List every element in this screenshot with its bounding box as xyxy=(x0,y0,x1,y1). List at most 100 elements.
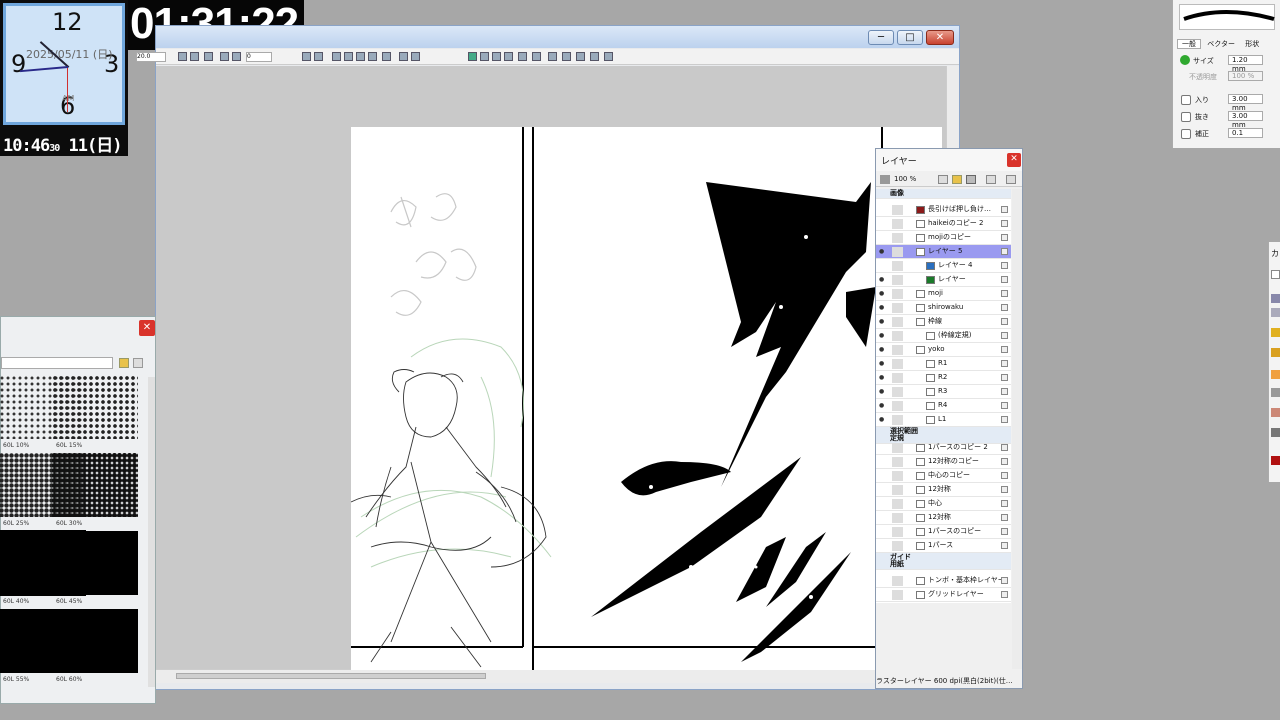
out-checkbox[interactable] xyxy=(1181,112,1191,122)
layer-property-icon[interactable] xyxy=(1001,528,1008,535)
window-titlebar[interactable]: ─ □ ✕ xyxy=(156,26,959,48)
layer-property-icon[interactable] xyxy=(1001,416,1008,423)
rotate-field[interactable]: 0 xyxy=(246,52,272,62)
eye-icon[interactable]: ● xyxy=(879,290,887,297)
layer-property-icon[interactable] xyxy=(1001,500,1008,507)
correction-field[interactable]: 0.1 xyxy=(1228,128,1263,138)
snap-icon[interactable] xyxy=(332,52,341,61)
layer-row[interactable]: ● R1 xyxy=(876,357,1011,371)
guide-icon[interactable] xyxy=(356,52,365,61)
eye-icon[interactable]: ● xyxy=(879,346,887,353)
lock-icon[interactable] xyxy=(892,345,903,355)
settings-icon[interactable] xyxy=(604,52,613,61)
layer-row[interactable]: 1パース xyxy=(876,539,1011,553)
pen-snap-icon[interactable] xyxy=(468,52,477,61)
minimize-button[interactable]: ─ xyxy=(868,30,894,45)
layer-property-icon[interactable] xyxy=(1001,248,1008,255)
eye-icon[interactable]: ● xyxy=(879,332,887,339)
scroll-thumb[interactable] xyxy=(176,673,486,679)
layer-property-icon[interactable] xyxy=(1001,577,1008,584)
curve-ruler-icon[interactable] xyxy=(532,52,541,61)
lock-icon[interactable] xyxy=(892,527,903,537)
eye-icon[interactable] xyxy=(879,444,887,451)
lock-icon[interactable] xyxy=(892,471,903,481)
layer-property-icon[interactable] xyxy=(1001,444,1008,451)
layer-row[interactable]: ● moji xyxy=(876,287,1011,301)
layer-row[interactable]: 1パースのコピー 2 xyxy=(876,441,1011,455)
layer-lock-icon[interactable] xyxy=(986,175,996,184)
lock-icon[interactable] xyxy=(892,331,903,341)
eye-icon[interactable] xyxy=(879,542,887,549)
ruler-icon[interactable] xyxy=(344,52,353,61)
new-layer-icon[interactable] xyxy=(938,175,948,184)
eye-icon[interactable] xyxy=(879,514,887,521)
layer-property-icon[interactable] xyxy=(1001,542,1008,549)
fit-icon[interactable] xyxy=(178,52,187,61)
delete-layer-icon[interactable] xyxy=(966,175,976,184)
new-folder-icon[interactable] xyxy=(952,175,962,184)
layer-row[interactable]: グリッドレイヤー xyxy=(876,588,1011,602)
layer-row[interactable]: ● レイヤー 5 xyxy=(876,245,1011,259)
eye-icon[interactable]: ● xyxy=(879,388,887,395)
tone-panel-close-button[interactable]: ✕ xyxy=(139,320,155,336)
layer-property-icon[interactable] xyxy=(1001,388,1008,395)
lock-icon[interactable] xyxy=(892,513,903,523)
layer-row[interactable]: ● yoko xyxy=(876,343,1011,357)
tab-vector[interactable]: ベクター xyxy=(1203,40,1239,48)
rotate-left-icon[interactable] xyxy=(220,52,229,61)
layer-menu-icon[interactable] xyxy=(1006,175,1016,184)
eye-icon[interactable]: ● xyxy=(879,360,887,367)
eye-icon[interactable]: ● xyxy=(879,416,887,423)
lock-icon[interactable] xyxy=(892,590,903,600)
eye-icon[interactable]: ● xyxy=(879,276,887,283)
tone-swatch[interactable] xyxy=(52,531,138,595)
layer-property-icon[interactable] xyxy=(1001,486,1008,493)
grid-setting-icon[interactable] xyxy=(590,52,599,61)
lock-icon[interactable] xyxy=(892,485,903,495)
flip-v-icon[interactable] xyxy=(314,52,323,61)
layer-row[interactable]: 長引けば押し負け… xyxy=(876,203,1011,217)
blend-mode-icon[interactable] xyxy=(880,175,890,184)
lock-icon[interactable] xyxy=(892,247,903,257)
tone-swatch[interactable] xyxy=(52,609,138,673)
concentric-icon[interactable] xyxy=(504,52,513,61)
eye-icon[interactable] xyxy=(879,192,887,199)
layer-property-icon[interactable] xyxy=(1001,591,1008,598)
layer-row[interactable]: 中心のコピー xyxy=(876,469,1011,483)
layer-row[interactable]: ● 枠線 xyxy=(876,315,1011,329)
lock-icon[interactable] xyxy=(892,317,903,327)
layer-row[interactable]: ● R4 xyxy=(876,399,1011,413)
maximize-button[interactable]: □ xyxy=(897,30,923,45)
layer-row[interactable]: 画像 xyxy=(876,189,1011,199)
layer-row[interactable]: 用紙 xyxy=(876,560,1011,570)
tab-general[interactable]: 一般 xyxy=(1177,39,1201,49)
close-button[interactable]: ✕ xyxy=(926,30,954,45)
trim-icon[interactable] xyxy=(204,52,213,61)
layer-property-icon[interactable] xyxy=(1001,332,1008,339)
eye-icon[interactable] xyxy=(879,472,887,479)
grid-toggle-icon[interactable] xyxy=(576,52,585,61)
horizontal-scrollbar[interactable] xyxy=(156,669,946,683)
lock-icon[interactable] xyxy=(892,373,903,383)
eye-icon[interactable] xyxy=(879,234,887,241)
crop-icon[interactable] xyxy=(190,52,199,61)
size-radio-icon[interactable] xyxy=(1180,55,1190,65)
layers-icon[interactable] xyxy=(1271,308,1280,317)
layer-row[interactable]: ● (枠線定規) xyxy=(876,329,1011,343)
parallel-icon[interactable] xyxy=(518,52,527,61)
layer-row[interactable]: 12対称 xyxy=(876,483,1011,497)
layer-property-icon[interactable] xyxy=(1001,360,1008,367)
lock-icon[interactable] xyxy=(892,303,903,313)
correction-checkbox[interactable] xyxy=(1181,129,1191,139)
lock-icon[interactable] xyxy=(892,415,903,425)
eye-icon[interactable]: ● xyxy=(879,402,887,409)
lock-icon[interactable] xyxy=(892,499,903,509)
layer-list-scrollbar[interactable] xyxy=(1012,189,1022,669)
size-field[interactable]: 1.20 mm xyxy=(1228,55,1263,73)
page-icon[interactable] xyxy=(399,52,408,61)
brush-icon[interactable] xyxy=(1271,388,1280,397)
eye-icon[interactable] xyxy=(879,500,887,507)
layer-row[interactable]: ● レイヤー xyxy=(876,273,1011,287)
layer-property-icon[interactable] xyxy=(1001,290,1008,297)
eye-icon[interactable]: ● xyxy=(879,304,887,311)
